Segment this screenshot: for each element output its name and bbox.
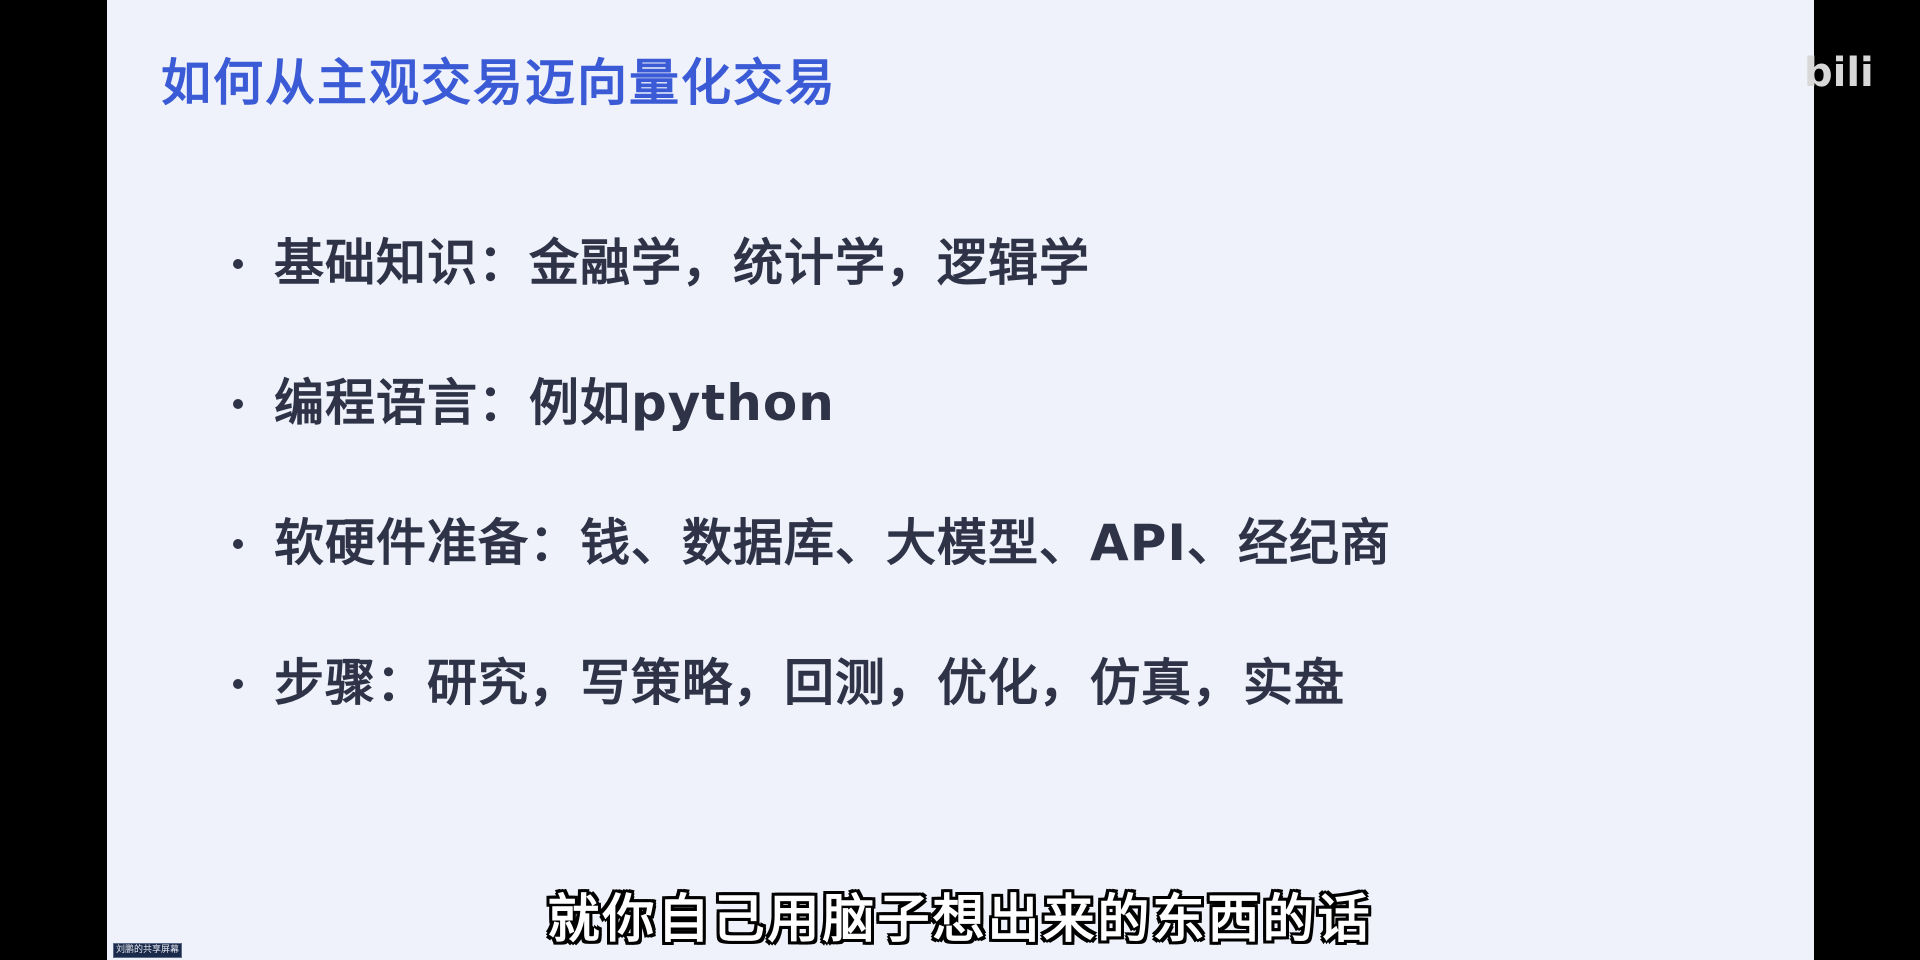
bilibili-watermark: bili [1804, 48, 1920, 98]
watermark-text: bili [1804, 50, 1874, 96]
video-frame: 如何从主观交易迈向量化交易 基础知识：金融学，统计学，逻辑学 编程语言：例如py… [0, 0, 1920, 960]
screen-share-badge: 刘鹏的共享屏幕 [113, 943, 183, 958]
bullet-text: 基础知识：金融学，统计学，逻辑学 [274, 234, 1090, 292]
presentation-slide: 如何从主观交易迈向量化交易 基础知识：金融学，统计学，逻辑学 编程语言：例如py… [107, 0, 1814, 960]
bullet-item-steps: 步骤：研究，写策略，回测，优化，仿真，实盘 [233, 656, 1391, 710]
bullet-dot-icon [233, 259, 243, 269]
bullet-dot-icon [233, 399, 243, 409]
slide-title: 如何从主观交易迈向量化交易 [161, 54, 837, 112]
bullet-text: 软硬件准备：钱、数据库、大模型、API、经纪商 [274, 514, 1391, 572]
bullet-dot-icon [233, 539, 243, 549]
bullet-text: 步骤：研究，写策略，回测，优化，仿真，实盘 [274, 654, 1345, 712]
bullet-item-programming: 编程语言：例如python [233, 376, 1391, 430]
bullet-text: 编程语言：例如python [274, 374, 835, 432]
video-subtitle: 就你自己用脑子想出来的东西的话 [547, 890, 1373, 950]
bullet-dot-icon [233, 679, 243, 689]
bullet-item-resources: 软硬件准备：钱、数据库、大模型、API、经纪商 [233, 516, 1391, 570]
bullet-list: 基础知识：金融学，统计学，逻辑学 编程语言：例如python 软硬件准备：钱、数… [233, 236, 1391, 796]
bullet-item-basics: 基础知识：金融学，统计学，逻辑学 [233, 236, 1391, 290]
